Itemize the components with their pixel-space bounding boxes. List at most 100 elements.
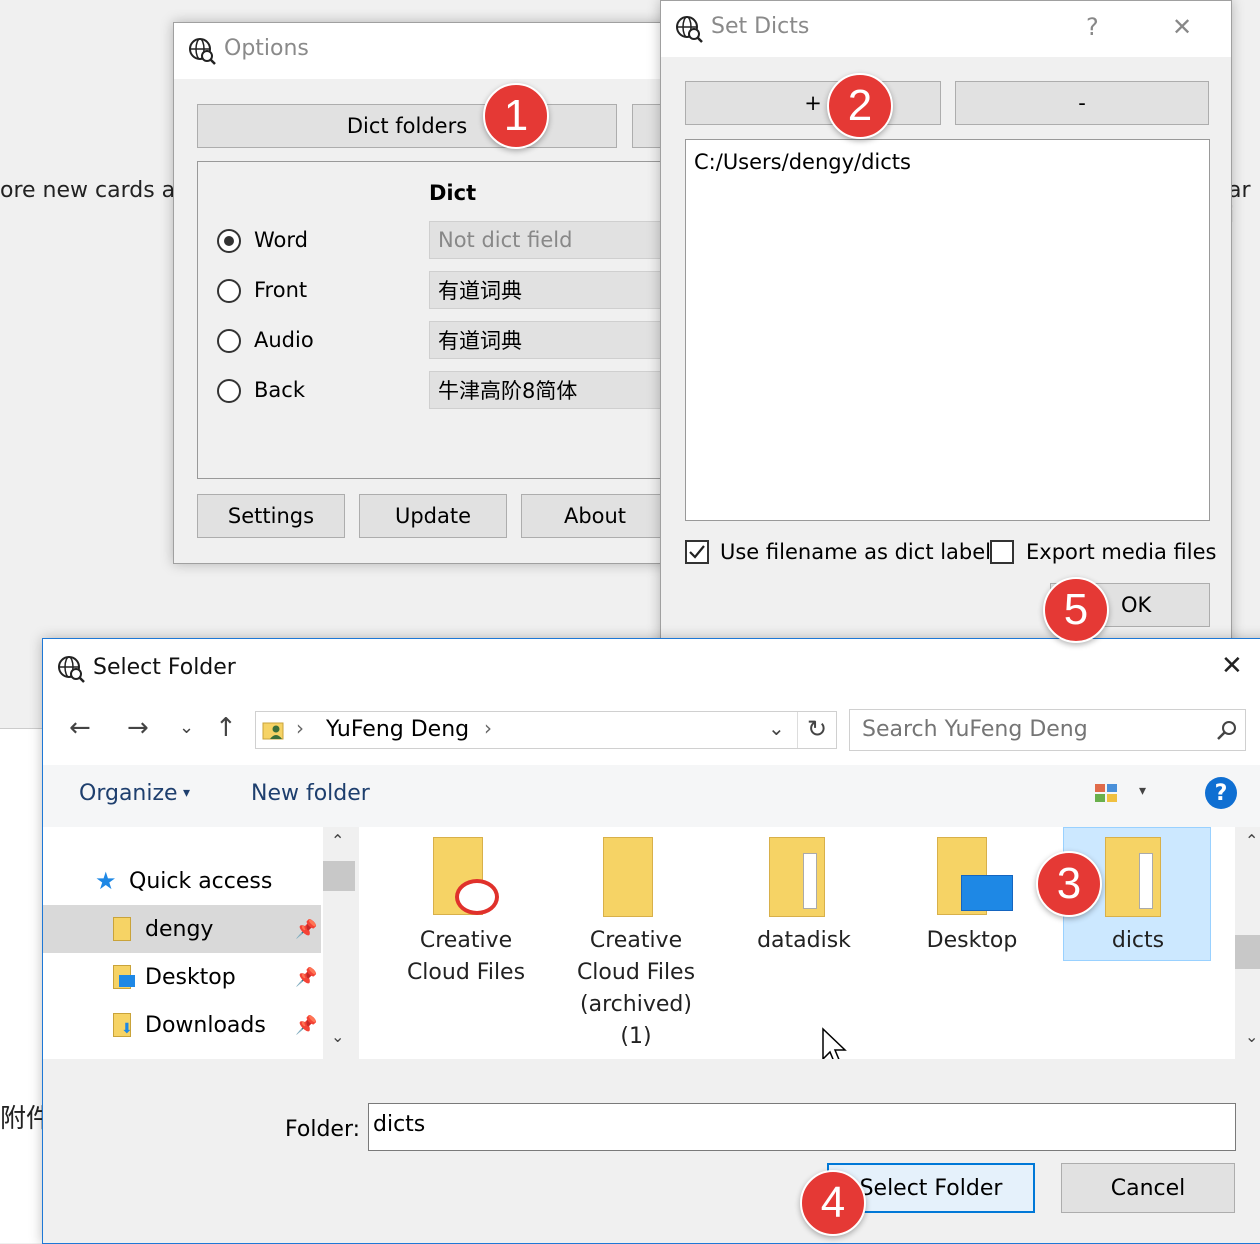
new-folder-button[interactable]: New folder [251,781,370,806]
address-divider [797,712,798,748]
back-arrow-icon[interactable]: ← [69,713,91,743]
background-panel [0,728,42,1243]
scroll-thumb[interactable] [323,861,355,891]
use-filename-checkbox[interactable] [685,540,709,564]
dict-folders-button[interactable]: Dict folders [197,104,617,148]
audio-dict-select[interactable]: 有道词典 [429,321,669,359]
radio-front-label: Front [254,278,308,302]
background-text-right: ar i [1228,178,1251,228]
refresh-icon[interactable]: ↻ [807,715,827,743]
user-folder-icon [262,722,284,740]
word-dict-select[interactable]: Not dict field [429,221,669,259]
dict-mapping-group [197,161,677,479]
checkmark-icon [689,545,705,559]
folder-icon[interactable] [603,837,653,917]
select-folder-dialog: Select Folder ✕ ← → ⌄ ↑ › YuFeng Deng › … [42,638,1260,1244]
creative-cloud-folder-icon[interactable] [433,837,499,919]
back-dict-select[interactable]: 牛津高阶8简体 [429,371,669,409]
desktop-folder-icon[interactable] [937,837,1015,919]
close-icon[interactable]: ✕ [1221,651,1243,681]
pin-icon[interactable]: 📌 [295,1015,317,1036]
radio-audio-label: Audio [254,328,314,352]
dict-path-item[interactable]: C:/Users/dengy/dicts [694,150,911,174]
add-dict-button[interactable]: + [685,81,941,125]
folder-icon [113,917,131,941]
documents-folder-icon[interactable] [1105,837,1165,919]
folder-name[interactable]: Creative Cloud Files (archived) (1) [549,925,723,1053]
radio-back-label: Back [254,378,305,402]
radio-audio[interactable] [217,329,241,353]
quick-access-star-icon: ★ [95,867,117,895]
set-dicts-titlebar: Set Dicts ? ✕ [661,1,1231,57]
organize-menu[interactable]: Organize [79,781,178,806]
documents-folder-icon[interactable] [769,837,829,919]
folder-field-label: Folder: [285,1117,361,1142]
close-icon[interactable]: ✕ [1172,13,1192,41]
nav-quick-access[interactable]: Quick access [129,869,272,894]
dict-column-header: Dict [429,181,477,205]
scroll-up-icon[interactable]: ⌃ [1245,831,1258,850]
nav-item-dengy[interactable]: dengy [145,917,213,942]
help-icon[interactable]: ? [1086,13,1099,41]
pin-icon[interactable]: 📌 [295,967,317,988]
dict-path-list[interactable]: C:/Users/dengy/dicts [685,139,1210,521]
nav-item-downloads[interactable]: Downloads [145,1013,266,1038]
cancel-button[interactable]: Cancel [1061,1163,1235,1213]
breadcrumb[interactable]: YuFeng Deng [326,717,469,742]
radio-back[interactable] [217,379,241,403]
navigation-scrollbar[interactable]: ⌃ ⌄ [323,827,355,1059]
view-dropdown-icon[interactable]: ▾ [1139,783,1146,799]
folder-name[interactable]: datadisk [719,925,889,957]
radio-front[interactable] [217,279,241,303]
folder-name-value[interactable]: dicts [373,1112,425,1137]
scroll-up-icon[interactable]: ⌃ [331,831,344,850]
dialog-footer: Folder: dicts Select Folder Cancel [43,1059,1260,1243]
use-filename-label: Use filename as dict label [720,540,992,564]
scroll-down-icon[interactable]: ⌄ [331,1027,344,1046]
set-dicts-window: Set Dicts ? ✕ + - C:/Users/dengy/dicts U… [660,0,1232,662]
options-title: Options [224,36,309,61]
options-window: Options Dict folders Dict Word Not dict … [173,22,692,564]
scroll-thumb[interactable] [1235,935,1260,969]
remove-dict-button[interactable]: - [955,81,1209,125]
export-media-checkbox[interactable] [990,540,1014,564]
command-bar: Organize ▾ New folder ▾ ? [43,765,1260,828]
export-media-label: Export media files [1026,540,1217,564]
help-icon[interactable]: ? [1205,777,1237,809]
step-badge-1: 1 [483,83,549,149]
address-bar[interactable]: › YuFeng Deng › ⌄ ↻ [255,711,837,749]
folder-name[interactable]: Desktop [887,925,1057,957]
about-button[interactable]: About [521,494,669,538]
recent-locations-chevron-icon[interactable]: ⌄ [179,717,194,738]
search-input[interactable] [860,716,1204,743]
options-titlebar: Options [174,23,674,79]
front-dict-select[interactable]: 有道词典 [429,271,669,309]
downloads-folder-icon: ⬇ [113,1013,135,1037]
update-button[interactable]: Update [359,494,507,538]
address-dropdown-icon[interactable]: ⌄ [768,716,785,740]
folder-name[interactable]: dicts [1053,925,1223,957]
folder-name-input[interactable]: dicts [368,1103,1236,1151]
globe-search-icon [676,16,703,43]
globe-search-icon [189,38,216,65]
nav-item-desktop[interactable]: Desktop [145,965,236,990]
radio-word[interactable] [217,229,241,253]
search-icon[interactable] [1216,719,1238,741]
settings-button[interactable]: Settings [197,494,345,538]
view-options-icon[interactable] [1093,782,1121,806]
content-scrollbar[interactable]: ⌃ ⌄ [1235,827,1260,1059]
mouse-cursor-icon [822,1027,847,1059]
set-dicts-title: Set Dicts [711,14,810,39]
pin-icon[interactable]: 📌 [295,919,317,940]
search-box[interactable] [849,709,1246,751]
radio-word-label: Word [254,228,308,252]
step-badge-5: 5 [1043,577,1109,643]
step-badge-3: 3 [1036,851,1102,917]
breadcrumb-chevron-icon[interactable]: › [484,716,492,740]
forward-arrow-icon[interactable]: → [127,713,149,743]
content-pane: Creative Cloud Files Creative Cloud File… [359,827,1235,1059]
step-badge-2: 2 [827,73,893,139]
up-arrow-icon[interactable]: ↑ [215,713,237,743]
folder-name[interactable]: Creative Cloud Files [379,925,553,989]
scroll-down-icon[interactable]: ⌄ [1245,1027,1258,1046]
